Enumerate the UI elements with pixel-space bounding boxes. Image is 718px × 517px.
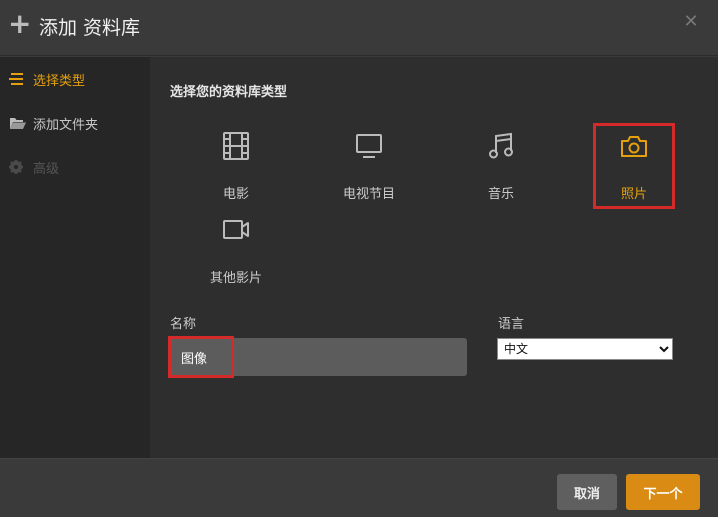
language-select[interactable]: 中文	[497, 338, 673, 360]
sidebar-item-label: 选择类型	[33, 74, 86, 89]
sidebar-item-label: 高级	[33, 162, 60, 177]
language-label: 语言	[498, 317, 525, 332]
video-camera-icon	[191, 215, 281, 245]
sidebar-item-add-folder[interactable]: 添加文件夹	[0, 101, 150, 145]
highlight-box	[593, 123, 675, 209]
sidebar-item-advanced: 高级	[0, 145, 150, 189]
close-icon[interactable]: ✕	[682, 11, 700, 32]
plus-icon: +	[8, 7, 32, 40]
library-type-tv-shows[interactable]: 电视节目	[324, 131, 414, 207]
list-icon	[9, 71, 25, 85]
tv-icon	[324, 131, 414, 161]
name-label: 名称	[170, 317, 197, 332]
sidebar-item-select-type[interactable]: 选择类型	[0, 57, 150, 101]
music-icon	[456, 131, 546, 161]
library-type-label: 电视节目	[342, 187, 395, 202]
sidebar: 选择类型 添加文件夹 高级	[0, 57, 150, 458]
library-type-music[interactable]: 音乐	[456, 131, 546, 207]
gear-icon	[9, 159, 25, 174]
highlight-box	[168, 336, 234, 378]
library-type-label: 音乐	[487, 187, 514, 202]
sidebar-item-label: 添加文件夹	[33, 118, 99, 133]
library-type-label: 电影	[222, 187, 249, 202]
dialog-title: 添加 资料库	[39, 17, 141, 39]
folder-icon	[9, 115, 26, 129]
library-type-label: 其他影片	[209, 271, 262, 286]
main-panel: 选择您的资料库类型 电影 电视节目 音乐 照片 其他影片 名称 图像 语言 中文	[150, 57, 718, 458]
dialog-header: + 添加 资料库 ✕	[0, 0, 718, 56]
dialog-footer: 取消 下一个	[0, 458, 718, 517]
library-type-movies[interactable]: 电影	[191, 131, 281, 207]
section-prompt: 选择您的资料库类型	[170, 85, 288, 100]
cancel-button[interactable]: 取消	[557, 474, 617, 510]
next-button[interactable]: 下一个	[626, 474, 700, 510]
film-icon	[191, 131, 281, 161]
library-type-other-videos[interactable]: 其他影片	[191, 215, 281, 291]
